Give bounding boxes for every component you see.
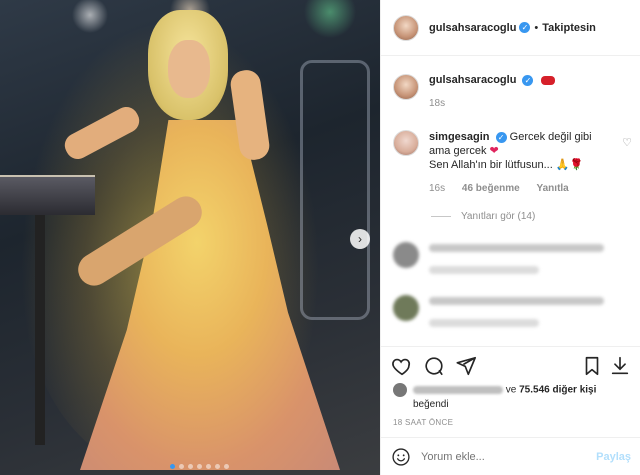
avatar[interactable] [393,14,419,41]
header-username[interactable]: gulsahsaracoglu [429,22,516,34]
photo-chair [300,60,370,320]
heart-icon[interactable] [391,355,413,377]
caption-time: 18s [429,98,446,109]
replies-divider [431,216,451,217]
comment-username[interactable]: simgesagin [429,131,490,143]
comment-likes[interactable]: 46 beğenme [462,183,520,194]
follow-status-button[interactable]: Takiptesin [542,22,596,34]
comment-icon[interactable] [423,355,445,377]
photo-table [0,175,95,215]
carousel-dot [206,464,211,469]
carousel-dot [224,464,229,469]
share-comment-button[interactable]: Paylaş [596,451,631,463]
comment-text-line2: ama gercek [429,145,487,157]
comment-input[interactable] [421,450,597,463]
view-replies-label: Yanıtları gör (14) [461,211,536,222]
blurred-text [429,297,604,305]
carousel-dot [197,464,202,469]
photo-face [168,40,210,98]
blurred-text [429,319,539,327]
chevron-right-icon[interactable]: › [350,229,370,249]
photo-table-leg [35,215,45,445]
likes-summary: ve 75.546 diğer kişi beğendi [393,383,633,412]
send-icon[interactable] [455,355,477,377]
post-side-panel: gulsahsaracoglu ✓ • Takiptesin gulsahsar… [380,0,640,475]
view-replies-button[interactable]: Yanıtları gör (14) [431,211,535,222]
lips-emoji-icon [540,75,555,85]
verified-badge-icon: ✓ [522,74,534,86]
smiley-icon[interactable] [391,447,411,467]
avatar[interactable] [393,130,419,156]
caption: gulsahsaracoglu ✓ 18s [393,74,633,109]
likes-liked: beğendi [413,398,449,410]
blurred-text [429,266,539,274]
comment-box: Paylaş [381,437,640,475]
verified-badge-icon: ✓ [495,131,507,143]
reply-button[interactable]: Yanıtla [537,183,569,194]
carousel-dot [170,464,175,469]
caption-username[interactable]: gulsahsaracoglu [429,74,516,86]
rose-emoji-icon: 🌹 [569,159,584,171]
carousel-dot [188,464,193,469]
avatar [393,295,419,321]
download-icon[interactable] [609,355,631,377]
avatar [393,242,419,268]
heart-emoji-icon: ❤ [489,145,499,157]
carousel-dot [179,464,184,469]
comment: simgesagin ✓ Gercek değil gibi ama gerce… [393,130,633,196]
header-separator: • [534,21,539,34]
pray-emoji-icon: 🙏 [555,159,570,171]
comment-text-line3: Sen Allah'ın bir lütfusun... [429,159,553,171]
blurred-comment [393,242,633,282]
avatar[interactable] [393,74,419,100]
bookmark-icon[interactable] [581,355,603,377]
post-photo[interactable]: › [0,0,380,475]
verified-badge-icon: ✓ [519,22,531,33]
likes-count[interactable]: 75.546 diğer kişi [519,385,596,396]
blurred-comment [393,295,633,335]
comment-time: 16s [429,183,446,194]
carousel-dot [215,464,220,469]
likes-and: ve [505,384,517,396]
action-bar [381,346,640,382]
blurred-liker [413,386,503,394]
carousel-dots [170,464,229,469]
avatar [393,383,407,397]
comment-heart-icon[interactable]: ♡ [622,136,632,149]
post-time-ago[interactable]: 18 SAAT ÖNCE [393,418,453,427]
post-header: gulsahsaracoglu ✓ • Takiptesin [381,0,640,56]
comment-text-line1: Gercek değil gibi [509,131,592,143]
blurred-text [429,244,604,252]
